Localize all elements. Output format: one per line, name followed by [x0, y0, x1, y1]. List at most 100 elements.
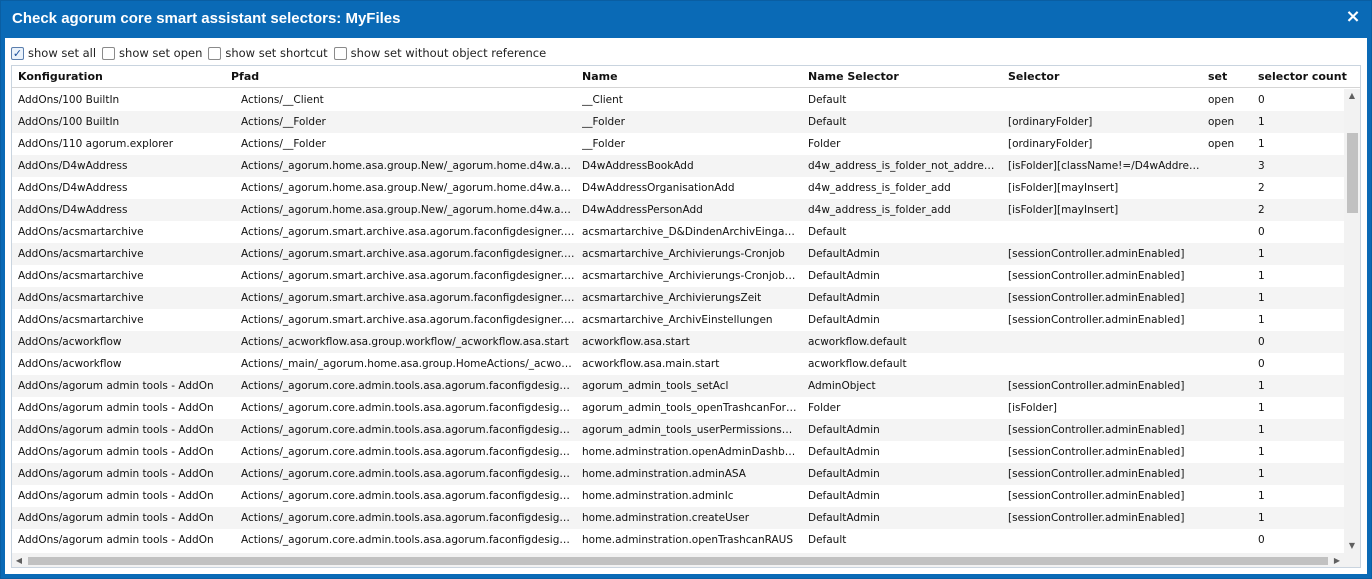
cell-pfad: Actions/_agorum.core.admin.tools.asa.ago…	[241, 380, 576, 392]
filter-label: show set shortcut	[225, 46, 328, 60]
filter-show-set-open[interactable]: show set open	[102, 46, 202, 60]
cell-pfad: Actions/_agorum.core.admin.tools.asa.ago…	[241, 490, 576, 502]
arrow-down-icon[interactable]: ▼	[1344, 539, 1360, 553]
cell-pfad: Actions/_agorum.smart.archive.asa.agorum…	[241, 270, 576, 282]
cell-pfad: Actions/_agorum.smart.archive.asa.agorum…	[241, 226, 576, 238]
filter-show-set-without-object-reference[interactable]: show set without object reference	[333, 46, 546, 60]
checkbox-show-set-without-object-reference[interactable]	[333, 46, 347, 60]
column-header-konfiguration[interactable]: Konfiguration	[18, 66, 218, 88]
table-row[interactable]: AddOns/acsmartarchive Actions/_agorum.sma…	[12, 265, 1344, 287]
cell-name-selector: d4w_address_is_folder_add	[808, 204, 951, 216]
table-row[interactable]: AddOns/agorum admin tools - AddOn Actions…	[12, 529, 1344, 551]
cell-name: acsmartarchive_ArchivierungsZeit	[582, 292, 762, 304]
table-row[interactable]: AddOns/acworkflow Actions/_acworkflow.asa…	[12, 331, 1344, 353]
cell-name: agorum_admin_tools_openTrashcanForPath	[582, 402, 797, 414]
table-row[interactable]: AddOns/agorum admin tools - AddOn Actions…	[12, 419, 1344, 441]
cell-name-selector: Default	[808, 116, 847, 128]
table-row[interactable]: AddOns/D4wAddress Actions/_agorum.home.as…	[12, 199, 1344, 221]
cell-konfiguration: AddOns/D4wAddress	[18, 182, 128, 194]
table-row[interactable]: AddOns/agorum admin tools - AddOn Actions…	[12, 485, 1344, 507]
column-header-selector-count[interactable]: selector count	[1258, 66, 1348, 88]
table-row[interactable]: AddOns/100 BuiltIn Actions/__Client __Clie…	[12, 89, 1344, 111]
cell-selector-count: 1	[1258, 116, 1265, 128]
table-row[interactable]: AddOns/D4wAddress Actions/_agorum.home.as…	[12, 155, 1344, 177]
vertical-scroll-thumb[interactable]	[1347, 133, 1358, 213]
cell-set	[1208, 353, 1253, 375]
cell-pfad: Actions/_main/_agorum.home.asa.group.Hom…	[241, 358, 576, 370]
table-row[interactable]: AddOns/agorum admin tools - AddOn Actions…	[12, 463, 1344, 485]
cell-set	[1208, 221, 1253, 243]
table-row[interactable]: AddOns/agorum admin tools - AddOn Actions…	[12, 441, 1344, 463]
cell-name-selector: DefaultAdmin	[808, 248, 880, 260]
table-row[interactable]: AddOns/D4wAddress Actions/_agorum.home.as…	[12, 177, 1344, 199]
cell-selector: [sessionController.adminEnabled]	[1008, 424, 1185, 436]
cell-selector-count: 1	[1258, 468, 1265, 480]
table-row[interactable]: AddOns/acsmartarchive Actions/_agorum.sma…	[12, 287, 1344, 309]
checkbox-show-set-shortcut[interactable]	[208, 46, 222, 60]
cell-konfiguration: AddOns/agorum admin tools - AddOn	[18, 512, 214, 524]
table-row[interactable]: AddOns/agorum admin tools - AddOn Actions…	[12, 375, 1344, 397]
table-row[interactable]: AddOns/100 BuiltIn Actions/__Folder __Fold…	[12, 111, 1344, 133]
cell-konfiguration: AddOns/D4wAddress	[18, 160, 128, 172]
title-bar[interactable]: Check agorum core smart assistant select…	[1, 1, 1371, 37]
cell-selector	[1008, 221, 1203, 243]
arrow-up-icon[interactable]: ▲	[1344, 89, 1360, 103]
cell-name-selector: DefaultAdmin	[808, 468, 880, 480]
filter-show-set-all[interactable]: ✓ show set all	[11, 46, 96, 60]
cell-konfiguration: AddOns/acsmartarchive	[18, 248, 144, 260]
cell-name: __Client	[582, 94, 623, 106]
cell-konfiguration: AddOns/acsmartarchive	[18, 314, 144, 326]
cell-selector: [isFolder]	[1008, 402, 1058, 414]
dialog-content: ✓ show set all show set open show set sh…	[5, 38, 1367, 574]
table-row[interactable]: AddOns/acworkflow Actions/_main/_agorum.h…	[12, 353, 1344, 375]
cell-selector: [sessionController.adminEnabled]	[1008, 248, 1185, 260]
column-header-set[interactable]: set	[1208, 66, 1253, 88]
cell-selector: [sessionController.adminEnabled]	[1008, 512, 1185, 524]
checkbox-show-set-all[interactable]: ✓	[11, 46, 24, 60]
cell-set	[1208, 265, 1253, 287]
column-header-selector[interactable]: Selector	[1008, 66, 1198, 88]
table-row[interactable]: AddOns/agorum admin tools - AddOn Actions…	[12, 397, 1344, 419]
close-icon[interactable]: ×	[1345, 8, 1361, 26]
scrollbar-corner	[1344, 553, 1360, 567]
cell-name-selector: DefaultAdmin	[808, 270, 880, 282]
vertical-scrollbar[interactable]: ▲ ▼	[1344, 89, 1360, 553]
filter-show-set-shortcut[interactable]: show set shortcut	[208, 46, 328, 60]
cell-name-selector: DefaultAdmin	[808, 292, 880, 304]
table-row[interactable]: AddOns/acsmartarchive Actions/_agorum.sma…	[12, 221, 1344, 243]
cell-name: home.adminstration.adminIc	[582, 490, 734, 502]
cell-set	[1208, 287, 1253, 309]
cell-selector-count: 0	[1258, 358, 1265, 370]
cell-name: acworkflow.asa.start	[582, 336, 690, 348]
table-row[interactable]: AddOns/110 agorum.explorer Actions/__Fold…	[12, 133, 1344, 155]
cell-selector-count: 1	[1258, 270, 1265, 282]
column-header-name-selector[interactable]: Name Selector	[808, 66, 998, 88]
cell-selector: [sessionController.adminEnabled]	[1008, 380, 1185, 392]
cell-pfad: Actions/_agorum.home.asa.group.New/_agor…	[241, 204, 576, 216]
cell-konfiguration: AddOns/agorum admin tools - AddOn	[18, 446, 214, 458]
table-row[interactable]: AddOns/agorum admin tools - AddOn Actions…	[12, 507, 1344, 529]
cell-name-selector: DefaultAdmin	[808, 314, 880, 326]
arrow-right-icon[interactable]: ▶	[1330, 553, 1344, 567]
table-row[interactable]: AddOns/acsmartarchive Actions/_agorum.sma…	[12, 309, 1344, 331]
horizontal-scrollbar[interactable]: ◀ ▶	[12, 553, 1344, 567]
checkbox-show-set-open[interactable]	[102, 46, 116, 60]
dialog-title: Check agorum core smart assistant select…	[12, 10, 401, 27]
cell-pfad: Actions/_agorum.smart.archive.asa.agorum…	[241, 314, 576, 326]
cell-name: __Folder	[582, 116, 625, 128]
cell-name-selector: d4w_address_is_folder_not_address...	[808, 160, 998, 172]
cell-selector: [sessionController.adminEnabled]	[1008, 292, 1185, 304]
cell-name: acsmartarchive_Archivierungs-Cronjob	[582, 248, 785, 260]
cell-pfad: Actions/_agorum.core.admin.tools.asa.ago…	[241, 446, 576, 458]
column-header-pfad[interactable]: Pfad	[231, 66, 571, 88]
column-header-name[interactable]: Name	[582, 66, 797, 88]
arrow-left-icon[interactable]: ◀	[12, 553, 26, 567]
cell-selector: [sessionController.adminEnabled]	[1008, 314, 1185, 326]
cell-pfad: Actions/_agorum.core.admin.tools.asa.ago…	[241, 534, 576, 546]
cell-selector: [sessionController.adminEnabled]	[1008, 446, 1185, 458]
cell-set	[1208, 331, 1253, 353]
table-row[interactable]: AddOns/acsmartarchive Actions/_agorum.sma…	[12, 243, 1344, 265]
horizontal-scroll-thumb[interactable]	[28, 557, 1328, 565]
cell-selector-count: 0	[1258, 534, 1265, 546]
cell-name-selector: Folder	[808, 138, 841, 150]
